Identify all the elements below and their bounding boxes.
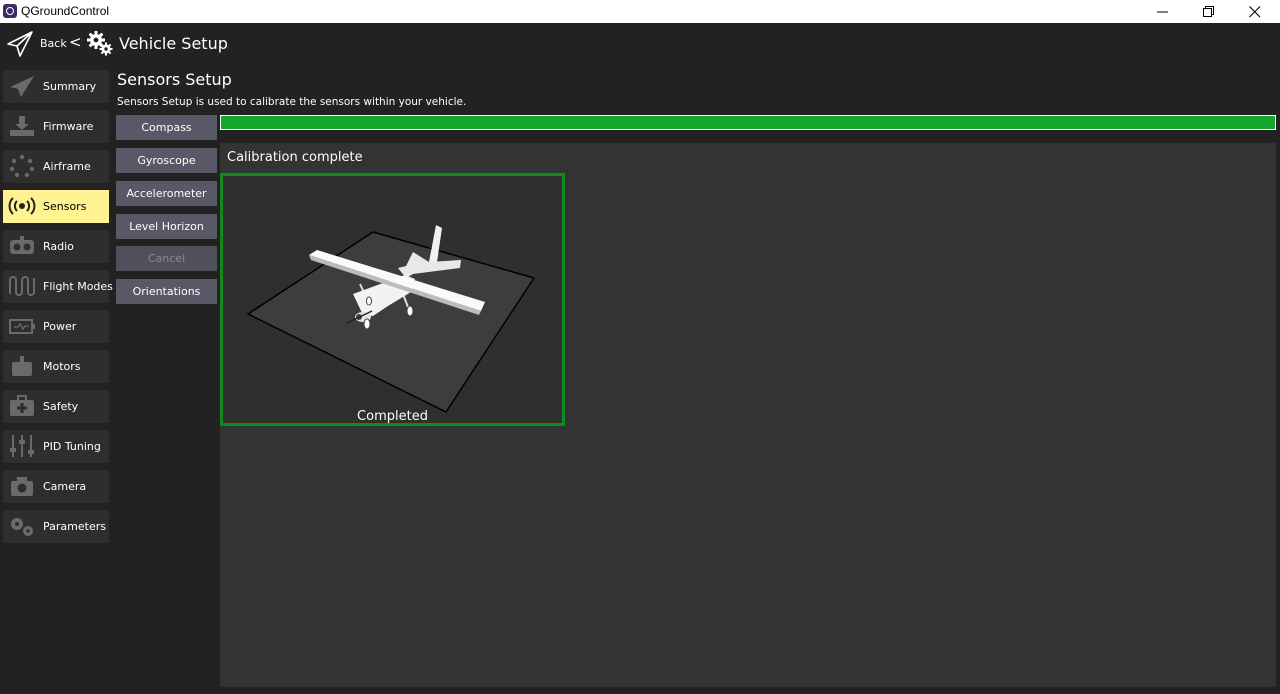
page-description: Sensors Setup is used to calibrate the s… [117,96,467,108]
level-horizon-button[interactable]: Level Horizon [116,214,217,239]
sidebar-item-power[interactable]: Power [3,310,109,343]
sidebar-item-firmware[interactable]: Firmware [3,110,109,143]
minimize-button[interactable] [1140,0,1186,23]
paper-plane-icon[interactable] [6,30,34,58]
orientation-preview-box: Completed [220,173,565,426]
download-icon [10,116,34,136]
paper-plane-icon [10,76,34,97]
first-aid-kit-icon [10,395,34,416]
wave-icon [9,276,35,296]
window-title: QGroundControl [21,4,110,18]
calibration-progress-fill [221,116,1275,129]
sidebar-item-camera[interactable]: Camera [3,470,109,503]
accelerometer-button[interactable]: Accelerometer [116,181,217,206]
sidebar-item-safety[interactable]: Safety [3,390,109,423]
sliders-icon [10,435,34,457]
window-title-bar: QGroundControl [0,0,1280,23]
close-icon [1249,6,1261,18]
orientations-button[interactable]: Orientations [116,279,217,304]
sidebar-item-airframe[interactable]: Airframe [3,150,109,183]
sidebar-item-parameters[interactable]: Parameters [3,510,109,543]
sidebar-item-summary[interactable]: Summary [3,70,109,103]
page-title: Sensors Setup [117,70,232,89]
minimize-icon [1157,11,1168,13]
setup-sidebar: Summary Firmware Airframe Sensors Radio … [0,65,113,694]
gyroscope-button[interactable]: Gyroscope [116,148,217,173]
sidebar-item-flight-modes[interactable]: Flight Modes [3,270,113,303]
close-button[interactable] [1232,0,1278,23]
battery-icon [9,319,35,334]
sidebar-item-radio[interactable]: Radio [3,230,109,263]
gears-icon [87,31,113,56]
calibration-progress-bar [220,115,1276,130]
cancel-button[interactable]: Cancel [116,246,217,271]
gears-icon [11,518,33,536]
toolbar: Back < Vehicle Setup [0,23,1280,65]
compass-button[interactable]: Compass [116,115,217,140]
restore-icon [1203,6,1214,17]
back-button[interactable]: Back [40,37,67,50]
sidebar-item-sensors[interactable]: Sensors [3,190,109,223]
sidebar-item-pid-tuning[interactable]: PID Tuning [3,430,109,463]
airframe-dots-icon [9,154,35,178]
radio-waves-icon [8,197,36,215]
orientation-status-label: Completed [357,409,428,424]
camera-icon [11,477,33,496]
restore-button[interactable] [1186,0,1232,23]
breadcrumb-separator: < [69,33,82,51]
page-header-title: Vehicle Setup [119,34,228,53]
qgc-app-icon [3,4,17,18]
sidebar-item-motors[interactable]: Motors [3,350,109,383]
airplane-orientation-image [246,225,536,413]
calibration-status-text: Calibration complete [227,150,363,165]
remote-control-icon [10,236,34,254]
motor-icon [12,356,32,376]
